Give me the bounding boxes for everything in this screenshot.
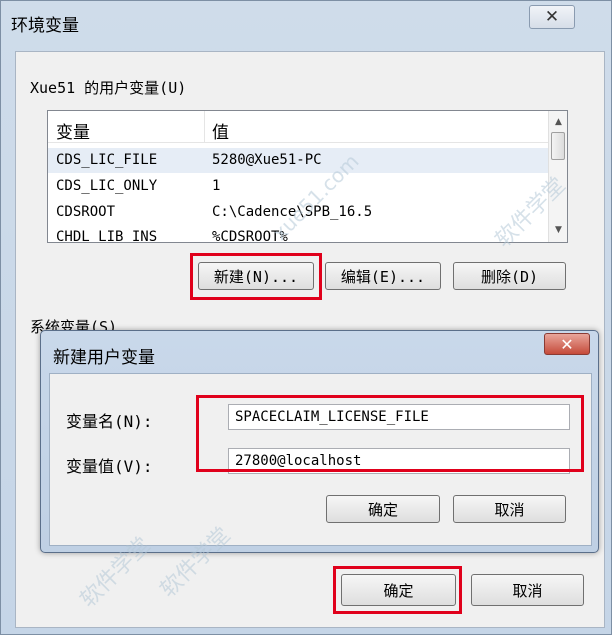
variable-value-cell: %CDSROOT% [212,229,288,243]
list-scrollbar[interactable]: ▲ ▼ [548,111,567,242]
variable-name-cell: CDS_LIC_ONLY [56,178,158,194]
close-icon: ✕ [560,334,574,354]
variable-name-cell: CDS_LIC_FILE [56,152,158,168]
list-header: 变量 值 [48,111,548,143]
edit-variable-button[interactable]: 编辑(E)... [325,262,441,290]
list-row[interactable]: CDS_LIC_ONLY 1 [48,174,548,199]
variable-name-cell: CDSROOT [56,204,116,220]
variable-name-label: 变量名(N): [66,412,153,431]
user-variables-group-label: Xue51 的用户变量(U) [30,79,187,97]
variable-value-cell: 1 [212,178,221,194]
window-title: 环境变量 [11,16,79,36]
column-divider[interactable] [204,111,205,143]
dialog-title: 新建用户变量 [53,348,155,368]
column-header-value[interactable]: 值 [212,118,229,143]
dialog-ok-button[interactable]: 确定 [326,495,440,523]
list-row[interactable]: CHDL_LIB_INS %CDSROOT% [48,225,548,243]
variable-value-cell: C:\Cadence\SPB_16.5 [212,204,373,220]
scroll-down-icon[interactable]: ▼ [549,222,567,239]
variable-value-cell: 5280@Xue51-PC [212,152,322,168]
user-variables-list[interactable]: 变量 值 CDS_LIC_FILE 5280@Xue51-PC CDS_LIC_… [47,110,568,243]
cancel-button[interactable]: 取消 [471,574,584,606]
window-close-button[interactable]: ✕ [529,5,575,29]
list-row[interactable]: CDSROOT C:\Cadence\SPB_16.5 [48,200,548,225]
variable-value-input[interactable]: 27800@localhost [228,448,570,474]
variable-name-input[interactable]: SPACECLAIM_LICENSE_FILE [228,404,570,430]
new-variable-button[interactable]: 新建(N)... [198,262,314,290]
scroll-thumb[interactable] [551,132,565,160]
close-icon: ✕ [544,7,560,27]
list-row[interactable]: CDS_LIC_FILE 5280@Xue51-PC [48,148,548,173]
variable-value-label: 变量值(V): [66,457,153,476]
column-header-variable[interactable]: 变量 [56,118,90,143]
ok-button[interactable]: 确定 [341,574,456,606]
scroll-up-icon[interactable]: ▲ [549,114,567,131]
dialog-close-button[interactable]: ✕ [544,333,590,355]
dialog-cancel-button[interactable]: 取消 [453,495,566,523]
variable-name-cell: CHDL_LIB_INS [56,229,158,243]
delete-variable-button[interactable]: 删除(D) [453,262,566,290]
